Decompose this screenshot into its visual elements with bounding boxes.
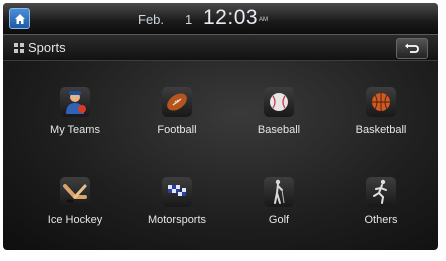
tile-label: Others: [364, 214, 398, 226]
status-date: Feb.: [138, 12, 165, 27]
baseball-icon: [264, 87, 294, 117]
my-teams-icon: [60, 87, 90, 117]
tile-label: Football: [157, 124, 197, 136]
title-bar: Sports: [3, 35, 438, 61]
football-icon: [162, 87, 192, 117]
tile-baseball[interactable]: Baseball: [234, 87, 324, 157]
back-arrow-icon: [405, 43, 419, 53]
tile-motorsports[interactable]: Motorsports: [132, 177, 222, 247]
golf-icon: [264, 177, 294, 207]
tile-label: Baseball: [257, 124, 301, 136]
others-icon: [366, 177, 396, 207]
home-icon: [14, 13, 25, 24]
back-button[interactable]: [396, 38, 428, 59]
tile-basketball[interactable]: Basketball: [336, 87, 426, 157]
tile-my-teams[interactable]: My Teams: [30, 87, 120, 157]
tile-football[interactable]: Football: [132, 87, 222, 157]
status-day: 1: [185, 12, 193, 27]
tile-golf[interactable]: Golf: [234, 177, 324, 247]
tile-label: Basketball: [355, 124, 407, 136]
tile-ice-hockey[interactable]: Ice Hockey: [30, 177, 120, 247]
status-bar: Feb. 1 12:03 AM: [3, 3, 438, 35]
basketball-icon: [366, 87, 396, 117]
tile-label: Motorsports: [147, 214, 207, 226]
status-ampm: AM: [259, 17, 268, 23]
motorsports-icon: [162, 177, 192, 207]
tile-label: Golf: [268, 214, 290, 226]
ice-hockey-icon: [60, 177, 90, 207]
page-title: Sports: [28, 40, 66, 55]
screen: Feb. 1 12:03 AM Sports My Teams Football…: [3, 3, 438, 250]
home-button[interactable]: [9, 8, 30, 29]
tile-others[interactable]: Others: [336, 177, 426, 247]
tile-label: My Teams: [50, 124, 100, 136]
menu-grid-icon: [14, 43, 24, 53]
status-time: 12:03: [203, 6, 259, 29]
tile-label: Ice Hockey: [47, 214, 103, 226]
